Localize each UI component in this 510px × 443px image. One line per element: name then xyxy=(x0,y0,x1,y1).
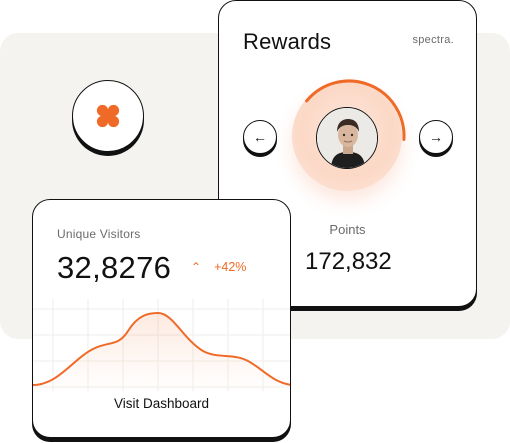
trend-change: +42% xyxy=(214,260,247,274)
points-value: 172,832 xyxy=(305,248,392,275)
brand-logo: spectra. xyxy=(412,34,454,46)
sparkline-area xyxy=(33,313,290,391)
visitors-value: 32,8276 xyxy=(57,250,172,285)
next-button[interactable]: → xyxy=(419,120,453,154)
arrow-right-icon: → xyxy=(429,129,443,145)
visitors-card: Unique Visitors 32,8276 ⌃ +42% Visit Das… xyxy=(32,199,291,438)
visitors-label: Unique Visitors xyxy=(57,227,141,241)
rewards-title: Rewards xyxy=(243,29,332,54)
previous-button[interactable]: ← xyxy=(243,120,277,154)
four-petal-flower-icon xyxy=(96,104,120,128)
trend-indicator: ⌃ +42% xyxy=(191,260,246,274)
arrow-left-icon: ← xyxy=(253,129,267,145)
chevron-up-icon: ⌃ xyxy=(191,260,202,274)
logo-badge[interactable] xyxy=(72,80,144,152)
user-avatar[interactable] xyxy=(316,107,378,169)
visitors-sparkline xyxy=(33,299,290,391)
visit-dashboard-link[interactable]: Visit Dashboard xyxy=(33,396,290,411)
user-avatar-icon xyxy=(317,108,377,168)
rewards-progress-ring xyxy=(290,77,408,195)
